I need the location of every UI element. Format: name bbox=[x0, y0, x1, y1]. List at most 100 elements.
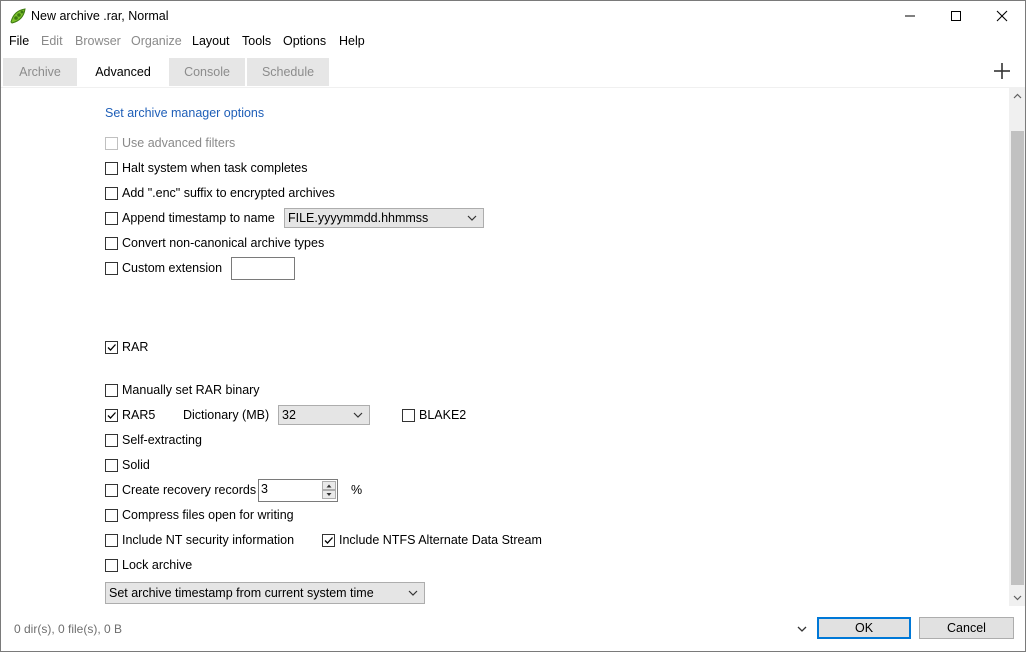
blake2-row: BLAKE2 bbox=[402, 407, 466, 423]
nt-security-row: Include NT security information bbox=[105, 532, 294, 548]
rar-row: RAR bbox=[105, 339, 148, 355]
enc-suffix-checkbox[interactable] bbox=[105, 186, 118, 200]
append-timestamp-label: Append timestamp to name bbox=[122, 211, 275, 225]
chevron-down-icon bbox=[353, 412, 363, 418]
rar5-label: RAR5 bbox=[122, 408, 156, 422]
checkmark-icon bbox=[107, 411, 116, 419]
dictionary-value: 32 bbox=[282, 408, 296, 422]
tab-bar: Archive Advanced Console Schedule bbox=[1, 58, 1025, 87]
close-button[interactable] bbox=[979, 1, 1025, 31]
lock-archive-label: Lock archive bbox=[122, 558, 193, 572]
rar-label: RAR bbox=[122, 340, 149, 354]
menu-edit[interactable]: Edit bbox=[41, 34, 63, 48]
menu-tools[interactable]: Tools bbox=[242, 34, 271, 48]
chevron-up-icon bbox=[326, 484, 332, 488]
halt-system-checkbox[interactable] bbox=[105, 161, 118, 175]
lock-archive-row: Lock archive bbox=[105, 557, 192, 573]
recovery-records-value: 3 bbox=[261, 482, 268, 496]
dictionary-label: Dictionary (MB) bbox=[183, 408, 270, 422]
tab-archive[interactable]: Archive bbox=[3, 58, 77, 86]
menu-organize[interactable]: Organize bbox=[131, 34, 182, 48]
dictionary-select[interactable]: 32 bbox=[278, 405, 370, 425]
maximize-button[interactable] bbox=[933, 1, 979, 31]
menu-browser[interactable]: Browser bbox=[75, 34, 121, 48]
menu-file[interactable]: File bbox=[9, 34, 29, 48]
halt-system-label: Halt system when task completes bbox=[122, 161, 308, 175]
checkmark-icon bbox=[107, 343, 116, 351]
nt-security-checkbox[interactable] bbox=[105, 533, 118, 547]
rar5-checkbox[interactable] bbox=[105, 408, 118, 422]
archive-timestamp-select[interactable]: Set archive timestamp from current syste… bbox=[105, 582, 425, 604]
recovery-records-checkbox[interactable] bbox=[105, 483, 118, 497]
stepper-buttons bbox=[322, 481, 336, 501]
manual-binary-row: Manually set RAR binary bbox=[105, 382, 260, 398]
self-extracting-row: Self-extracting bbox=[105, 432, 202, 448]
convert-noncanonical-label: Convert non-canonical archive types bbox=[122, 236, 325, 250]
append-timestamp-row: Append timestamp to name bbox=[105, 210, 275, 226]
compress-open-checkbox[interactable] bbox=[105, 508, 118, 522]
percent-label: % bbox=[351, 483, 363, 497]
recovery-records-label: Create recovery records bbox=[122, 483, 257, 497]
ntfs-ads-label: Include NTFS Alternate Data Stream bbox=[339, 533, 542, 547]
tab-schedule[interactable]: Schedule bbox=[247, 58, 329, 86]
compress-open-label: Compress files open for writing bbox=[122, 508, 294, 522]
convert-noncanonical-row: Convert non-canonical archive types bbox=[105, 235, 324, 251]
scroll-down-icon[interactable] bbox=[1009, 589, 1026, 606]
title-bar: New archive .rar, Normal bbox=[1, 1, 1025, 31]
custom-extension-input[interactable] bbox=[231, 257, 295, 280]
self-extracting-label: Self-extracting bbox=[122, 433, 202, 447]
minimize-button[interactable] bbox=[887, 1, 933, 31]
solid-row: Solid bbox=[105, 457, 150, 473]
rar-checkbox[interactable] bbox=[105, 340, 118, 354]
use-advanced-filters-label: Use advanced filters bbox=[122, 136, 236, 150]
menu-bar: File Edit Browser Organize Layout Tools … bbox=[1, 32, 1025, 52]
ok-button[interactable]: OK bbox=[817, 617, 911, 639]
solid-label: Solid bbox=[122, 458, 150, 472]
archive-timestamp-value: Set archive timestamp from current syste… bbox=[109, 586, 374, 600]
menu-options[interactable]: Options bbox=[283, 34, 326, 48]
self-extracting-checkbox[interactable] bbox=[105, 433, 118, 447]
blake2-label: BLAKE2 bbox=[419, 408, 467, 422]
plus-icon bbox=[994, 63, 1010, 79]
enc-suffix-row: Add ".enc" suffix to encrypted archives bbox=[105, 185, 335, 201]
status-summary: 0 dir(s), 0 file(s), 0 B bbox=[14, 622, 123, 636]
recovery-records-stepper[interactable]: 3 bbox=[258, 479, 338, 502]
checkmark-icon bbox=[324, 536, 333, 544]
tab-console[interactable]: Console bbox=[169, 58, 245, 86]
scrollbar-thumb[interactable] bbox=[1011, 131, 1024, 585]
custom-extension-row: Custom extension bbox=[105, 260, 222, 276]
close-icon bbox=[996, 10, 1008, 22]
chevron-down-icon bbox=[326, 493, 332, 496]
custom-extension-label: Custom extension bbox=[122, 261, 223, 275]
convert-noncanonical-checkbox[interactable] bbox=[105, 236, 118, 250]
timestamp-format-select[interactable]: FILE.yyyymmdd.hhmmss bbox=[284, 208, 484, 228]
add-button[interactable] bbox=[991, 60, 1013, 82]
chevron-down-icon bbox=[467, 215, 477, 221]
timestamp-format-value: FILE.yyyymmdd.hhmmss bbox=[288, 211, 429, 225]
chevron-down-icon[interactable] bbox=[796, 623, 808, 635]
manual-binary-label: Manually set RAR binary bbox=[122, 383, 260, 397]
scroll-up-icon[interactable] bbox=[1009, 88, 1026, 105]
cancel-button[interactable]: Cancel bbox=[919, 617, 1014, 639]
advanced-panel: Set archive manager options Use advanced… bbox=[1, 88, 1009, 608]
custom-extension-checkbox[interactable] bbox=[105, 261, 118, 275]
ntfs-ads-row: Include NTFS Alternate Data Stream bbox=[322, 532, 542, 548]
menu-help[interactable]: Help bbox=[339, 34, 365, 48]
tab-advanced[interactable]: Advanced bbox=[79, 58, 167, 86]
stepper-up-button[interactable] bbox=[322, 481, 336, 490]
nt-security-label: Include NT security information bbox=[122, 533, 295, 547]
use-advanced-filters-checkbox[interactable] bbox=[105, 136, 118, 150]
chevron-down-icon bbox=[408, 590, 418, 596]
append-timestamp-checkbox[interactable] bbox=[105, 211, 118, 225]
rar5-row: RAR5 bbox=[105, 407, 155, 423]
ntfs-ads-checkbox[interactable] bbox=[322, 533, 335, 547]
maximize-icon bbox=[951, 11, 961, 21]
menu-layout[interactable]: Layout bbox=[192, 34, 230, 48]
archive-manager-options-link[interactable]: Set archive manager options bbox=[105, 106, 264, 120]
stepper-down-button[interactable] bbox=[322, 490, 336, 499]
manual-binary-checkbox[interactable] bbox=[105, 383, 118, 397]
blake2-checkbox[interactable] bbox=[402, 408, 415, 422]
solid-checkbox[interactable] bbox=[105, 458, 118, 472]
lock-archive-checkbox[interactable] bbox=[105, 558, 118, 572]
peazip-logo-icon bbox=[9, 7, 27, 25]
